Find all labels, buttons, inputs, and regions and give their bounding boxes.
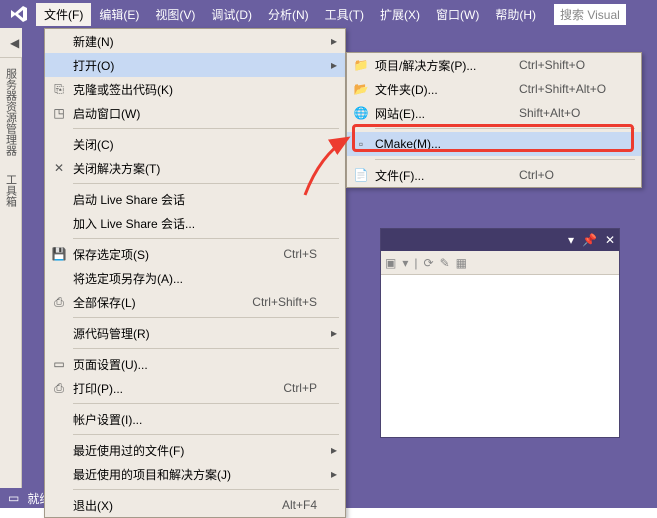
- menu-6[interactable]: 扩展(X): [372, 3, 428, 26]
- file-menu-item-25[interactable]: 退出(X)Alt+F4: [45, 493, 345, 517]
- open-menu-icon-4: ▫: [347, 137, 375, 151]
- panel-tb-btn[interactable]: ▦: [456, 256, 467, 270]
- panel-tb-btn[interactable]: ✎: [440, 256, 450, 270]
- file-menu-item-1[interactable]: 打开(O)▸: [45, 53, 345, 77]
- open-menu-item-0[interactable]: 📁项目/解决方案(P)...Ctrl+Shift+O: [347, 53, 641, 77]
- back-button[interactable]: ◀: [6, 34, 23, 52]
- vs-logo-icon: [4, 3, 34, 25]
- menu-3[interactable]: 调试(D): [203, 3, 260, 26]
- file-menu-icon-11: 💾: [45, 247, 73, 261]
- file-menu: 新建(N)▸打开(O)▸⎘克隆或签出代码(K)◳启动窗口(W) 关闭(C)✕关闭解…: [44, 28, 346, 518]
- menu-1[interactable]: 编辑(E): [91, 3, 147, 26]
- statusbar-icon: ▭: [8, 491, 19, 505]
- file-menu-item-2[interactable]: ⎘克隆或签出代码(K): [45, 77, 345, 101]
- file-menu-icon-17: ▭: [45, 357, 73, 371]
- panel-tb-btn[interactable]: ▾: [402, 256, 408, 270]
- menubar: 文件(F)编辑(E)视图(V)调试(D)分析(N)工具(T)扩展(X)窗口(W)…: [0, 0, 657, 28]
- open-menu-item-1[interactable]: 📂文件夹(D)...Ctrl+Shift+Alt+O: [347, 77, 641, 101]
- file-menu-icon-3: ◳: [45, 106, 73, 120]
- file-menu-icon-6: ✕: [45, 161, 73, 175]
- file-menu-item-17[interactable]: ▭页面设置(U)...: [45, 352, 345, 376]
- file-menu-item-5[interactable]: 关闭(C): [45, 132, 345, 156]
- menu-7[interactable]: 窗口(W): [428, 3, 487, 26]
- open-submenu: 📁项目/解决方案(P)...Ctrl+Shift+O📂文件夹(D)...Ctrl…: [346, 52, 642, 188]
- menu-4[interactable]: 分析(N): [260, 3, 317, 26]
- file-menu-item-22[interactable]: 最近使用过的文件(F)▸: [45, 438, 345, 462]
- file-menu-item-3[interactable]: ◳启动窗口(W): [45, 101, 345, 125]
- open-menu-icon-6: 📄: [347, 168, 375, 182]
- panel-tb-btn[interactable]: ▣: [385, 256, 396, 270]
- file-menu-icon-18: ⎙: [45, 381, 73, 396]
- sidebar-tab-server-explorer[interactable]: 服务器资源管理器: [1, 64, 21, 160]
- open-menu-item-6[interactable]: 📄文件(F)...Ctrl+O: [347, 163, 641, 187]
- file-menu-item-11[interactable]: 💾保存选定项(S)Ctrl+S: [45, 242, 345, 266]
- file-menu-icon-13: ⎙: [45, 295, 73, 310]
- open-menu-item-2[interactable]: 🌐网站(E)...Shift+Alt+O: [347, 101, 641, 125]
- sidebar: 服务器资源管理器 工具箱: [0, 58, 22, 488]
- file-menu-item-18[interactable]: ⎙打印(P)...Ctrl+P: [45, 376, 345, 400]
- file-menu-item-23[interactable]: 最近使用的项目和解决方案(J)▸: [45, 462, 345, 486]
- open-menu-icon-0: 📁: [347, 58, 375, 72]
- file-menu-item-15[interactable]: 源代码管理(R)▸: [45, 321, 345, 345]
- close-icon[interactable]: ✕: [605, 233, 615, 247]
- file-menu-item-6[interactable]: ✕关闭解决方案(T): [45, 156, 345, 180]
- tool-window: ▾ 📌 ✕ ▣ ▾ | ⟳ ✎ ▦: [380, 228, 620, 438]
- file-menu-item-0[interactable]: 新建(N)▸: [45, 29, 345, 53]
- sidebar-tab-toolbox[interactable]: 工具箱: [1, 170, 21, 211]
- panel-tb-btn[interactable]: ⟳: [424, 256, 434, 270]
- file-menu-item-13[interactable]: ⎙全部保存(L)Ctrl+Shift+S: [45, 290, 345, 314]
- menu-5[interactable]: 工具(T): [317, 3, 372, 26]
- search-box[interactable]: 搜索 Visual: [554, 4, 626, 25]
- file-menu-item-8[interactable]: 启动 Live Share 会话: [45, 187, 345, 211]
- open-menu-icon-1: 📂: [347, 82, 375, 96]
- menu-8[interactable]: 帮助(H): [487, 3, 544, 26]
- file-menu-item-20[interactable]: 帐户设置(I)...: [45, 407, 345, 431]
- open-menu-icon-2: 🌐: [347, 106, 375, 120]
- file-menu-item-9[interactable]: 加入 Live Share 会话...: [45, 211, 345, 235]
- menu-0[interactable]: 文件(F): [36, 3, 91, 26]
- menu-2[interactable]: 视图(V): [147, 3, 203, 26]
- file-menu-icon-2: ⎘: [45, 82, 73, 97]
- dropdown-icon[interactable]: ▾: [568, 233, 574, 247]
- file-menu-item-12[interactable]: 将选定项另存为(A)...: [45, 266, 345, 290]
- open-menu-item-4[interactable]: ▫CMake(M)...: [347, 132, 641, 156]
- pin-icon[interactable]: 📌: [582, 233, 597, 247]
